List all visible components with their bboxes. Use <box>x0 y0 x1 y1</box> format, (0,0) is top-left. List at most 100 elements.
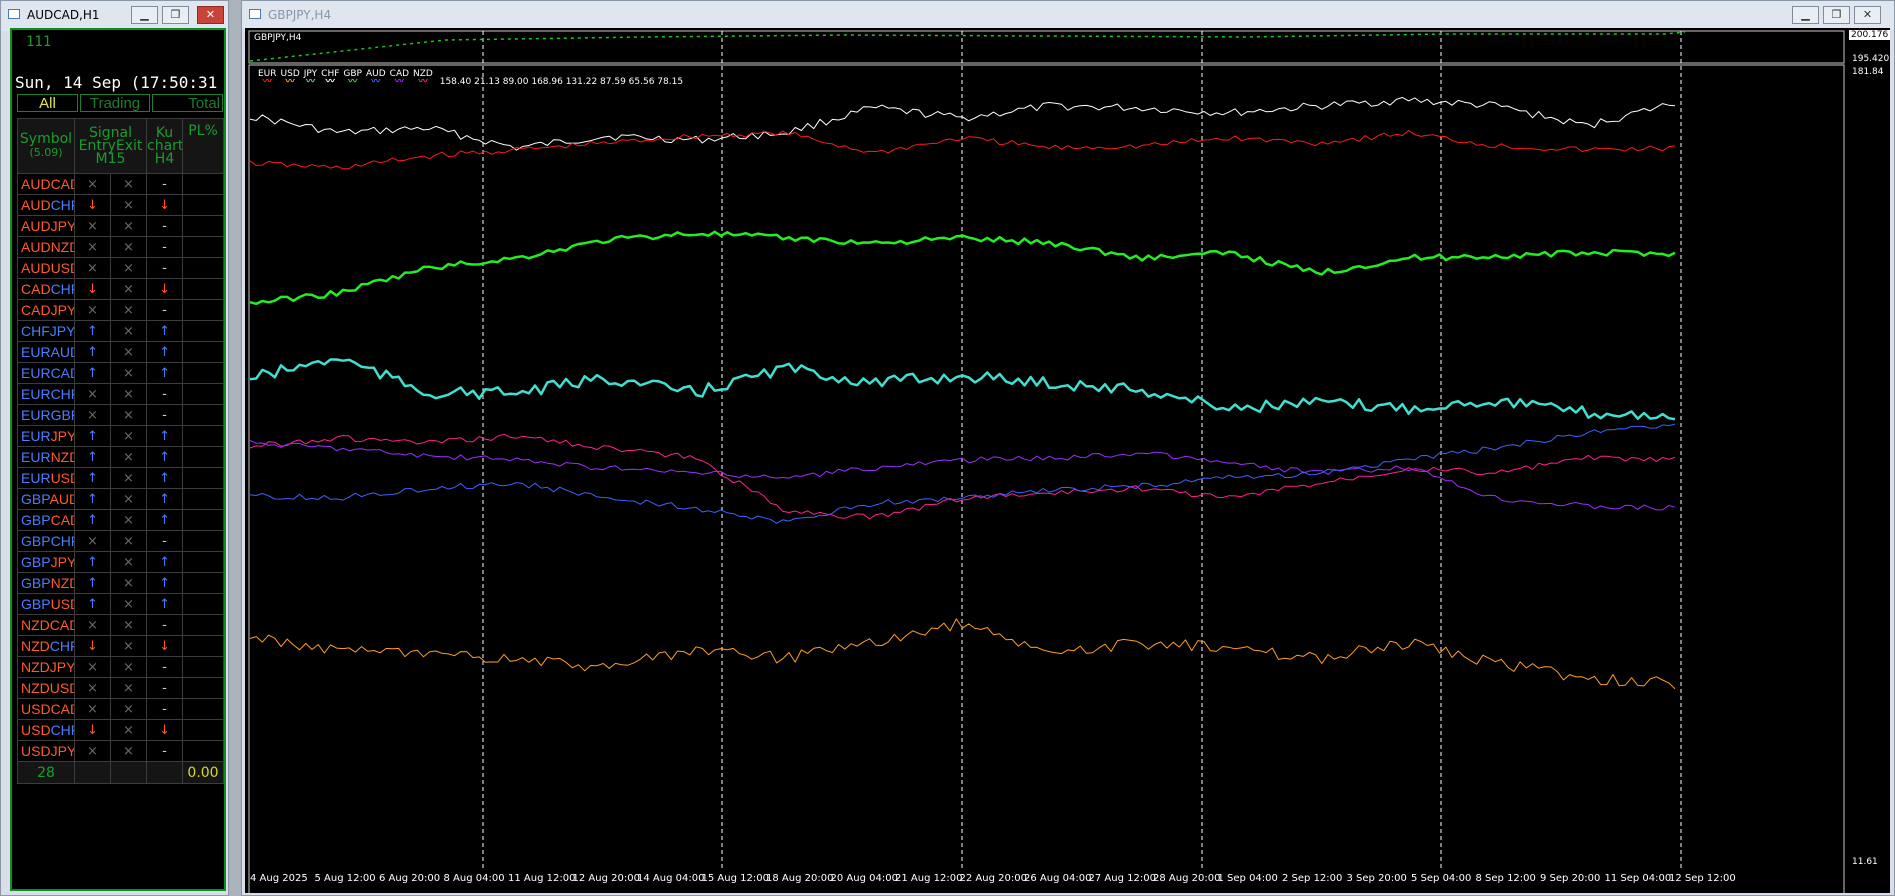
chart-window-icon <box>249 9 261 19</box>
table-row[interactable]: NZDJPY × × - <box>17 656 225 678</box>
tab-all[interactable]: All <box>17 94 78 112</box>
entry-signal: × <box>74 257 111 279</box>
entry-signal: ↑ <box>74 341 111 363</box>
header-ku-chart: Ku chart H4 <box>146 118 184 174</box>
h4-signal: ↓ <box>146 194 184 216</box>
table-row[interactable]: GBPCHF××- <box>17 530 225 552</box>
time-label: 21 Aug 12:00 <box>895 873 963 884</box>
exit-signal: × <box>109 278 148 300</box>
table-row[interactable]: USDJPY × × - <box>17 740 225 762</box>
entry-signal: × <box>74 173 111 195</box>
pl-cell <box>182 257 225 279</box>
table-row[interactable]: NZDCAD××- <box>17 614 225 636</box>
entry-signal: ↑ <box>74 488 111 510</box>
table-row[interactable]: EURNZD↑×↑ <box>17 446 225 468</box>
exit-signal: × <box>109 593 148 615</box>
h4-signal: ↑ <box>146 551 184 573</box>
table-row[interactable]: EURCHF××- <box>17 383 225 405</box>
table-row[interactable]: EURCAD↑×↑ <box>17 362 225 384</box>
h4-signal: ↑ <box>146 488 184 510</box>
table-row[interactable]: EURUSD↑×↑ <box>17 467 225 489</box>
table-row[interactable]: AUDNZD××- <box>17 236 225 258</box>
h4-signal: ↓ <box>146 278 184 300</box>
chart-canvas <box>248 30 1845 893</box>
close-button[interactable]: ✕ <box>197 6 224 24</box>
pl-cell <box>182 341 225 363</box>
exit-signal: × <box>109 635 148 657</box>
exit-signal: × <box>109 341 148 363</box>
legend-item-usd: USD 〰 <box>280 69 300 87</box>
exit-signal: × <box>109 215 148 237</box>
legend-item-aud: AUD 〰 <box>365 69 386 87</box>
h4-signal: - <box>146 614 184 636</box>
chart-area[interactable]: GBPJPY,H4 EUR 〰 USD 〰 JPY 〰 CHF 〰 GBP 〰 AUD 〰 CAD 〰 NZ… <box>245 28 1891 893</box>
pl-cell <box>182 383 225 405</box>
title-bar[interactable]: AUDCAD,H1 ▁ ❐ ✕ <box>1 1 228 31</box>
table-row[interactable]: EURAUD↑×↑ <box>17 341 225 363</box>
table-row[interactable]: CADCHF↓×↓ <box>17 278 225 300</box>
symbol-cell: USDCAD <box>17 698 75 720</box>
header-signal: Signal EntryExit M15 <box>73 118 148 174</box>
table-row[interactable]: AUDUSD××- <box>17 257 225 279</box>
table-footer: 28 0.00 <box>17 761 225 784</box>
exit-signal: × <box>109 614 148 636</box>
chart-symbol-label: GBPJPY,H4 <box>254 33 302 43</box>
h4-signal: - <box>146 404 184 426</box>
exit-signal: × <box>109 383 148 405</box>
entry-signal: × <box>74 530 111 552</box>
table-row[interactable]: EURJPY ↑ × ↑ <box>17 425 225 447</box>
scanner-panel: 111 Sun, 14 Sep (17:50:31 All Trading To… <box>10 28 226 891</box>
tab-total[interactable]: Total <box>152 94 223 112</box>
table-row[interactable]: GBPJPY ↑ × ↑ <box>17 551 225 573</box>
indicator-value: 111 <box>26 34 52 50</box>
h4-signal: ↑ <box>146 341 184 363</box>
symbol-cell: GBPUSD <box>17 593 75 615</box>
entry-signal: ↓ <box>74 635 111 657</box>
table-row[interactable]: GBPUSD↑×↑ <box>17 593 225 615</box>
table-row[interactable]: USDCHF↓×↓ <box>17 719 225 741</box>
h4-signal: ↑ <box>146 572 184 594</box>
table-row[interactable]: NZDCHF↓×↓ <box>17 635 225 657</box>
h4-signal: - <box>146 656 184 678</box>
table-row[interactable]: AUDCHF↓×↓ <box>17 194 225 216</box>
table-row[interactable]: USDCAD××- <box>17 698 225 720</box>
header-pl: PL% <box>182 118 225 174</box>
table-row[interactable]: GBPAUD↑×↑ <box>17 488 225 510</box>
close-button[interactable]: ✕ <box>1854 6 1881 24</box>
minimize-button[interactable]: ▁ <box>131 6 158 24</box>
table-row[interactable]: AUDJPY × × - <box>17 215 225 237</box>
symbol-cell: NZDJPY <box>17 656 75 678</box>
table-row[interactable]: NZDUSD××- <box>17 677 225 699</box>
entry-signal: ↑ <box>74 551 111 573</box>
pl-cell <box>182 278 225 300</box>
maximize-button[interactable]: ❐ <box>162 6 189 24</box>
symbol-cell: AUDCHF <box>17 194 75 216</box>
entry-signal: × <box>74 656 111 678</box>
h4-signal: - <box>146 530 184 552</box>
h4-signal: - <box>146 698 184 720</box>
entry-signal: ↓ <box>74 194 111 216</box>
symbol-cell: GBPNZD <box>17 572 75 594</box>
entry-signal: × <box>74 404 111 426</box>
entry-signal: ↑ <box>74 593 111 615</box>
entry-signal: ↑ <box>74 425 111 447</box>
h4-signal: - <box>146 383 184 405</box>
entry-signal: ↓ <box>74 719 111 741</box>
time-label: 11 Aug 12:00 <box>508 873 576 884</box>
symbol-cell: GBPAUD <box>17 488 75 510</box>
table-row[interactable]: CHFJPY ↑ × ↑ <box>17 320 225 342</box>
table-row[interactable]: GBPNZD↑×↑ <box>17 572 225 594</box>
minimize-button[interactable]: ▁ <box>1792 6 1819 24</box>
pl-cell <box>182 488 225 510</box>
maximize-button[interactable]: ❐ <box>1823 6 1850 24</box>
exit-signal: × <box>109 173 148 195</box>
tab-trading[interactable]: Trading <box>80 94 150 112</box>
chart-title-bar[interactable]: GBPJPY,H4 ▁ ❐ ✕ <box>242 1 1894 29</box>
table-row[interactable]: CADJPY × × - <box>17 299 225 321</box>
table-row[interactable]: EURGBP××- <box>17 404 225 426</box>
symbol-cell: AUDCAD <box>17 173 75 195</box>
table-row[interactable]: AUDCAD××- <box>17 173 225 195</box>
table-row[interactable]: GBPCAD↑×↑ <box>17 509 225 531</box>
pl-cell <box>182 362 225 384</box>
exit-signal: × <box>109 467 148 489</box>
